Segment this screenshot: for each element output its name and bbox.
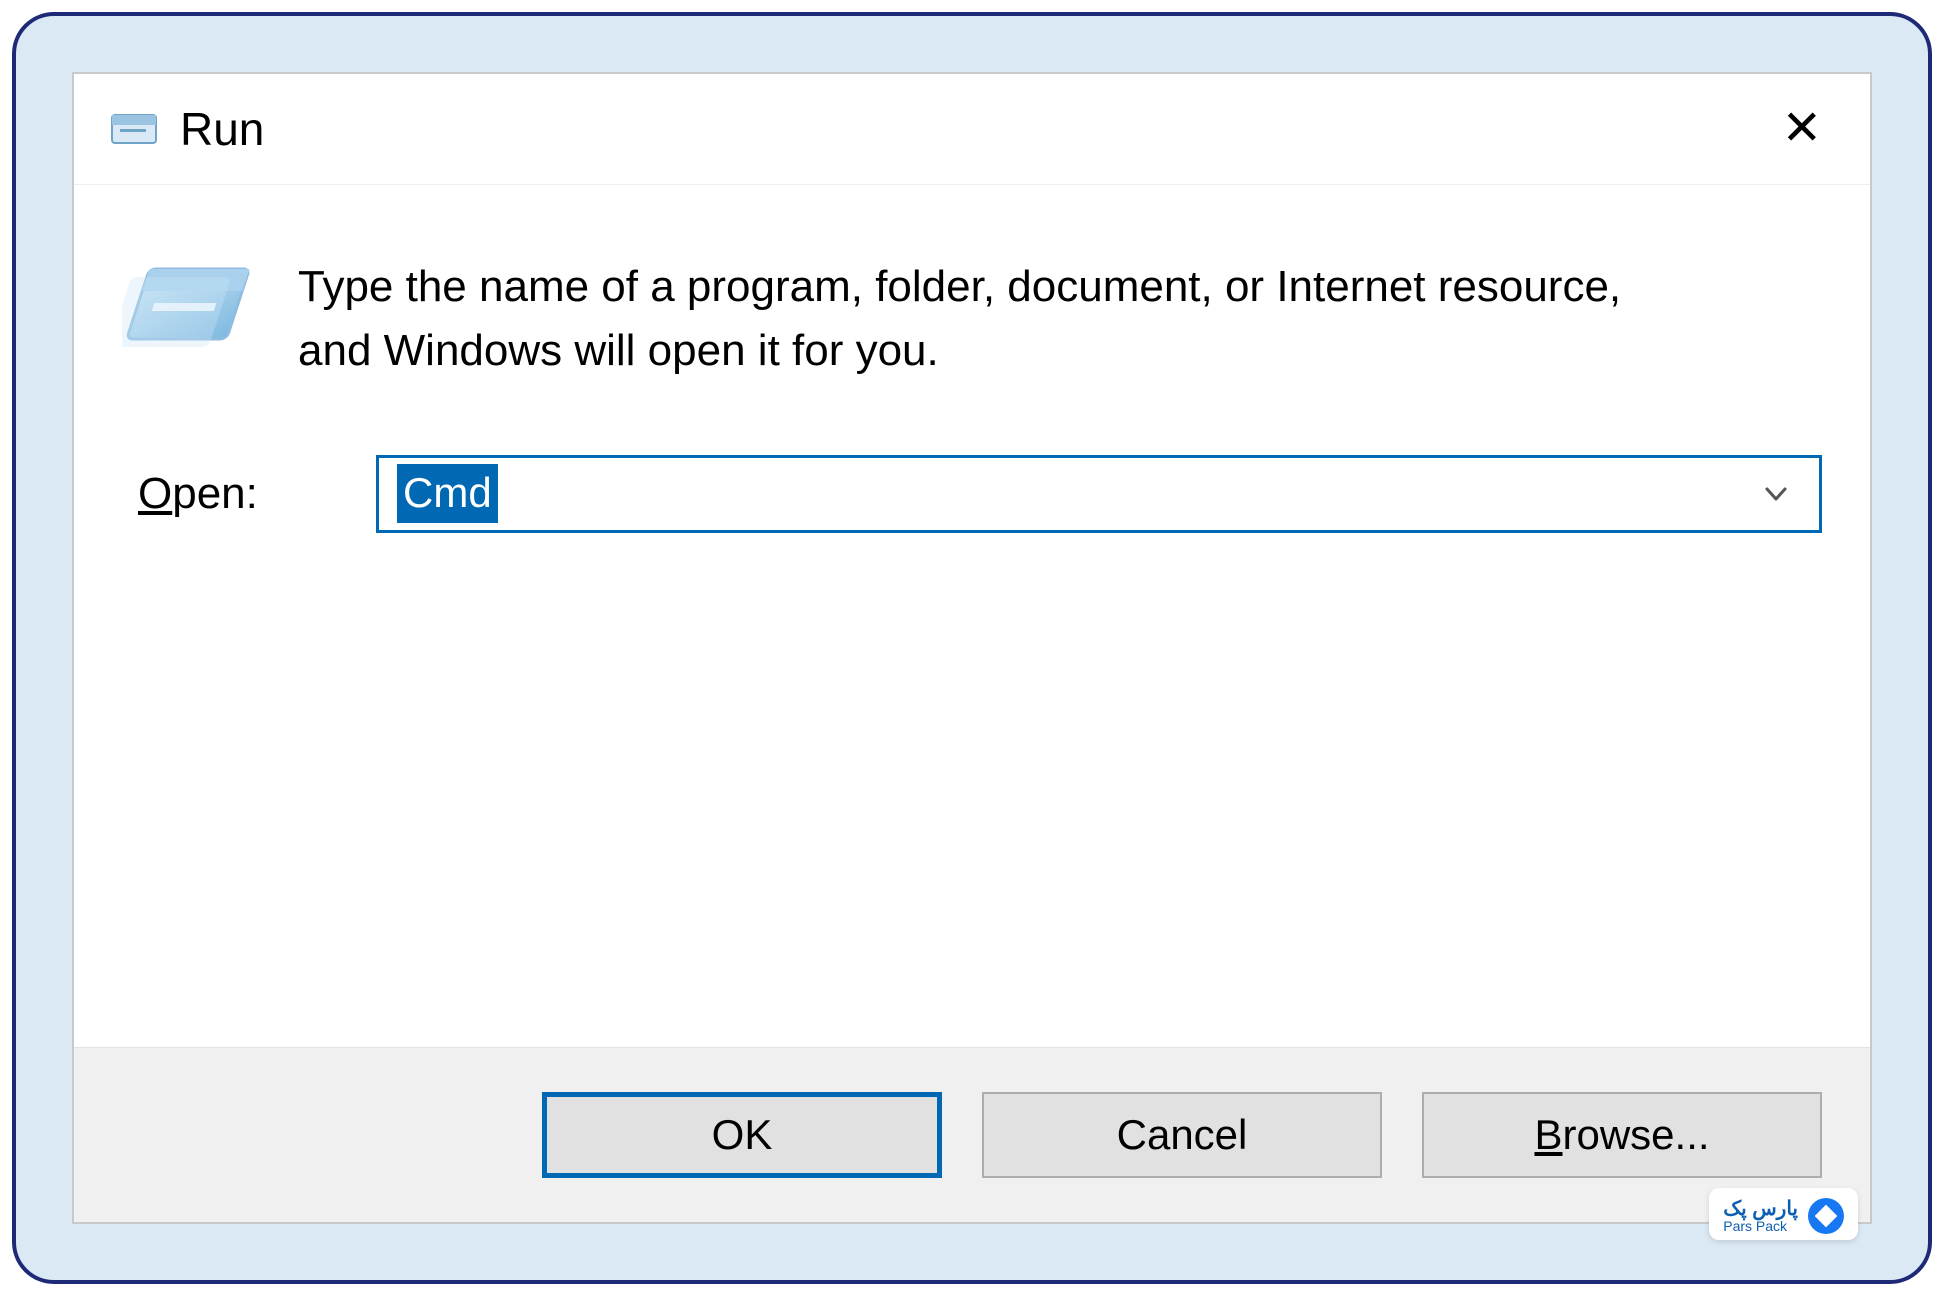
cancel-button-label: Cancel <box>1117 1111 1248 1159</box>
watermark-logo-icon <box>1808 1198 1844 1234</box>
open-combobox[interactable]: Cmd <box>376 455 1822 533</box>
open-input-value[interactable]: Cmd <box>397 464 498 523</box>
watermark-text: پارس پک Pars Pack <box>1723 1199 1798 1233</box>
ok-button-label: OK <box>712 1111 773 1159</box>
browse-accel: B <box>1534 1111 1562 1158</box>
description-row: Type the name of a program, folder, docu… <box>122 255 1822 383</box>
browse-button[interactable]: Browse... <box>1422 1092 1822 1178</box>
browse-rest: rowse... <box>1562 1111 1709 1158</box>
cancel-button[interactable]: Cancel <box>982 1092 1382 1178</box>
titlebar: Run ✕ <box>74 74 1870 185</box>
open-label-accel: O <box>138 469 172 518</box>
watermark-badge: پارس پک Pars Pack <box>1709 1188 1858 1240</box>
open-row: Open: Cmd <box>122 455 1822 533</box>
description-text: Type the name of a program, folder, docu… <box>298 255 1698 383</box>
watermark-line2: Pars Pack <box>1723 1219 1798 1233</box>
decorative-frame: Run ✕ <box>12 12 1932 1284</box>
dialog-body: Type the name of a program, folder, docu… <box>74 185 1870 1047</box>
run-dialog: Run ✕ <box>72 72 1872 1224</box>
open-label-rest: pen: <box>172 469 258 518</box>
run-icon <box>110 109 158 149</box>
title-left: Run <box>110 102 264 156</box>
open-label: Open: <box>138 469 328 519</box>
chevron-down-icon[interactable] <box>1761 479 1791 509</box>
button-bar: OK Cancel Browse... <box>74 1047 1870 1222</box>
close-button[interactable]: ✕ <box>1774 105 1830 153</box>
run-large-icon <box>122 261 250 357</box>
ok-button[interactable]: OK <box>542 1092 942 1178</box>
dialog-title: Run <box>180 102 264 156</box>
watermark-line1: پارس پک <box>1723 1199 1798 1219</box>
